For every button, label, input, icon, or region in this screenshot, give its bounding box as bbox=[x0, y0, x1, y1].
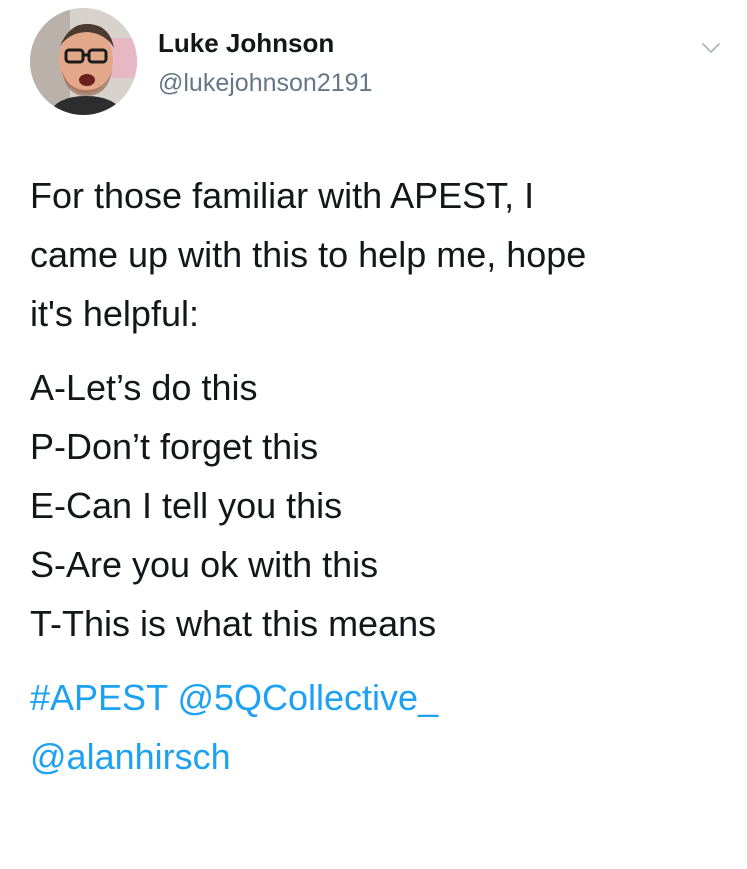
list-item: A-Let’s do this bbox=[30, 367, 258, 408]
profile-photo bbox=[30, 8, 137, 115]
mention-link[interactable]: @5QCollective_ bbox=[177, 677, 438, 718]
mention-link[interactable]: @alanhirsch bbox=[30, 736, 231, 777]
user-handle[interactable]: @lukejohnson2191 bbox=[158, 66, 372, 100]
list-item: T-This is what this means bbox=[30, 603, 437, 644]
display-name[interactable]: Luke Johnson bbox=[158, 26, 372, 60]
intro-line: it's helpful: bbox=[30, 293, 199, 334]
intro-line: For those familiar with APEST, I bbox=[30, 175, 535, 216]
list-item: P-Don’t forget this bbox=[30, 426, 319, 467]
intro-line: came up with this to help me, hope bbox=[30, 234, 587, 275]
chevron-down-icon[interactable] bbox=[699, 36, 723, 60]
list-item: E-Can I tell you this bbox=[30, 485, 343, 526]
hashtag-link[interactable]: #APEST bbox=[30, 677, 167, 718]
tweet-intro: For those familiar with APEST, I came up… bbox=[30, 166, 720, 343]
tweet-links: #APEST @5QCollective_ @alanhirsch bbox=[30, 668, 720, 786]
author-names: Luke Johnson @lukejohnson2191 bbox=[158, 26, 372, 100]
apest-list: A-Let’s do this P-Don’t forget this E-Ca… bbox=[30, 358, 720, 653]
avatar[interactable] bbox=[30, 8, 137, 115]
tweet-card: Luke Johnson @lukejohnson2191 For those … bbox=[0, 0, 747, 869]
tweet-header: Luke Johnson @lukejohnson2191 bbox=[30, 8, 720, 120]
list-item: S-Are you ok with this bbox=[30, 544, 379, 585]
tweet-text: For those familiar with APEST, I came up… bbox=[30, 166, 720, 786]
